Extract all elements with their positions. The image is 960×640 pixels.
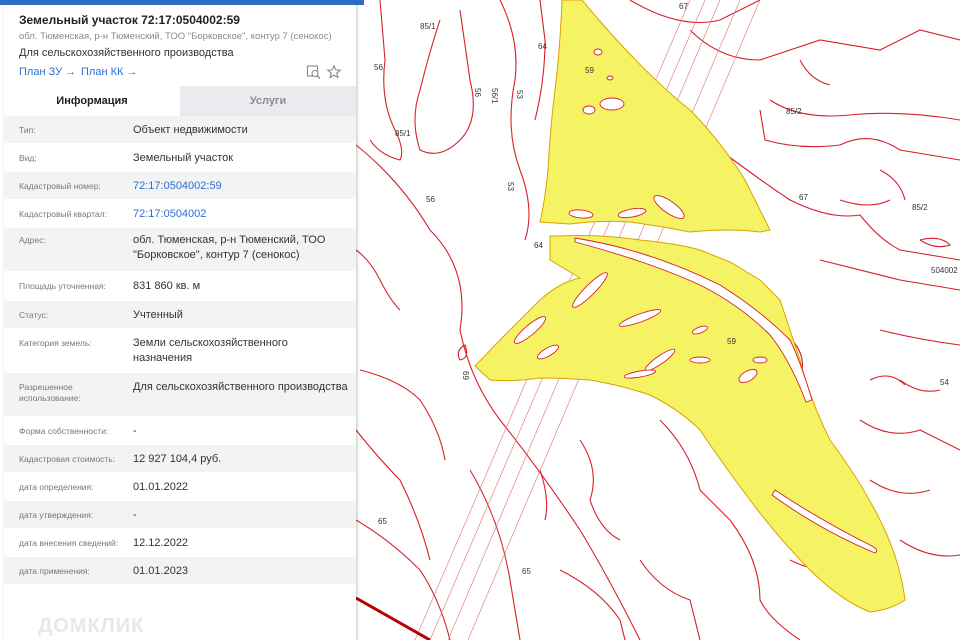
top-accent-bar (0, 0, 364, 5)
map-label: 64 (534, 241, 543, 250)
info-value: обл. Тюменская, р-н Тюменский, ТОО "Борк… (133, 234, 326, 261)
map-label: 64 (538, 42, 547, 51)
watermark: ДОМКЛИК (38, 615, 145, 637)
tab-information[interactable]: Информация (4, 86, 180, 116)
info-value: 12.12.2022 (133, 537, 189, 549)
tab-services[interactable]: Услуги (180, 86, 356, 116)
map-label: 85/2 (786, 107, 802, 116)
parcel-purpose: Для сельскохозяйственного производства (19, 47, 234, 59)
info-row: Адрес: обл. Тюменская, р-н Тюменский, ТО… (4, 228, 356, 272)
info-value: 01.01.2023 (133, 565, 189, 577)
info-row: Вид: Земельный участок (4, 144, 356, 172)
info-row: Разрешенное использование: Для сельскохо… (4, 373, 356, 417)
star-icon[interactable] (326, 64, 342, 80)
info-row: дата определения: 01.01.2022 (4, 473, 356, 501)
cadastral-number-link[interactable]: 72:17:0504002:59 (133, 179, 348, 194)
info-row: Площадь уточненная: 831 860 кв. м (4, 272, 356, 301)
info-table: Тип: Объект недвижимости Вид: Земельный … (4, 116, 356, 585)
info-label: Адрес: (19, 235, 46, 245)
map-label: 504002 (931, 266, 958, 275)
info-label: Статус: (19, 310, 49, 320)
info-label: Вид: (19, 153, 37, 163)
info-label: дата определения: (19, 482, 94, 492)
info-label: Площадь уточненная: (19, 281, 106, 291)
info-row: Кадастровая стоимость: 12 927 104,4 руб. (4, 445, 356, 473)
cadastral-quarter-link[interactable]: 72:17:0504002 (133, 207, 348, 222)
info-row: Кадастровый квартал: 72:17:0504002 (4, 200, 356, 228)
info-label: дата утверждения: (19, 510, 94, 520)
info-label: Кадастровый номер: (19, 181, 101, 191)
search-icon[interactable] (306, 64, 322, 80)
info-label: Кадастровый квартал: (19, 209, 107, 219)
info-row: Форма собственности: - (4, 417, 356, 445)
info-row: Тип: Объект недвижимости (4, 116, 356, 144)
map-label: 53 (506, 182, 515, 191)
plan-kk-link[interactable]: План КК → (81, 66, 137, 78)
info-value: Земли сельскохозяйственного назначения (133, 337, 288, 364)
info-value: Для сельскохозяйственного производства (133, 381, 348, 393)
map-label: 56 (473, 88, 482, 97)
map-label: 54 (940, 378, 949, 387)
info-value: Земельный участок (133, 152, 234, 164)
map-label: 65 (378, 517, 387, 526)
map-label: 69 (461, 371, 470, 380)
map-label: 85/1 (395, 129, 411, 138)
info-value: 01.01.2022 (133, 481, 189, 493)
info-label: Форма собственности: (19, 426, 109, 436)
info-label: дата применения: (19, 566, 90, 576)
map-label: 59 (727, 337, 736, 346)
info-row: Статус: Учтенный (4, 301, 356, 329)
info-value: Учтенный (133, 309, 183, 321)
parcel-address-subtitle: обл. Тюменская, р-н Тюменский, ТОО "Борк… (19, 31, 332, 42)
info-label: Кадастровая стоимость: (19, 454, 116, 464)
info-label: Категория земель: (19, 338, 92, 348)
info-row: дата утверждения: - (4, 501, 356, 529)
map-label: 53 (515, 90, 524, 99)
map-label: 65 (522, 567, 531, 576)
map-label: 56/1 (490, 88, 499, 104)
info-row: дата внесения сведений: 12.12.2022 (4, 529, 356, 557)
info-row: Кадастровый номер: 72:17:0504002:59 (4, 172, 356, 200)
parcel-info-panel: Земельный участок 72:17:0504002:59 обл. … (4, 0, 356, 640)
info-value: - (133, 425, 137, 437)
map-label: 85/2 (912, 203, 928, 212)
info-row: дата применения: 01.01.2023 (4, 557, 356, 585)
map-label: 56 (426, 195, 435, 204)
info-label: дата внесения сведений: (19, 538, 119, 548)
info-value: 12 927 104,4 руб. (133, 453, 222, 465)
info-value: Объект недвижимости (133, 124, 248, 136)
map-label: 67 (799, 193, 808, 202)
info-label: Разрешенное использование: (19, 382, 81, 403)
plan-zu-link[interactable]: План ЗУ → (19, 66, 76, 78)
info-row: Категория земель: Земли сельскохозяйстве… (4, 329, 356, 373)
info-value: - (133, 509, 137, 521)
info-label: Тип: (19, 125, 36, 135)
map-label: 56 (374, 63, 383, 72)
info-value: 831 860 кв. м (133, 280, 201, 292)
tab-bar: Информация Услуги (4, 86, 356, 116)
map-label: 59 (585, 66, 594, 75)
parcel-title: Земельный участок 72:17:0504002:59 (19, 13, 240, 27)
map-label: 85/1 (420, 22, 436, 31)
map-label: 67 (679, 2, 688, 11)
